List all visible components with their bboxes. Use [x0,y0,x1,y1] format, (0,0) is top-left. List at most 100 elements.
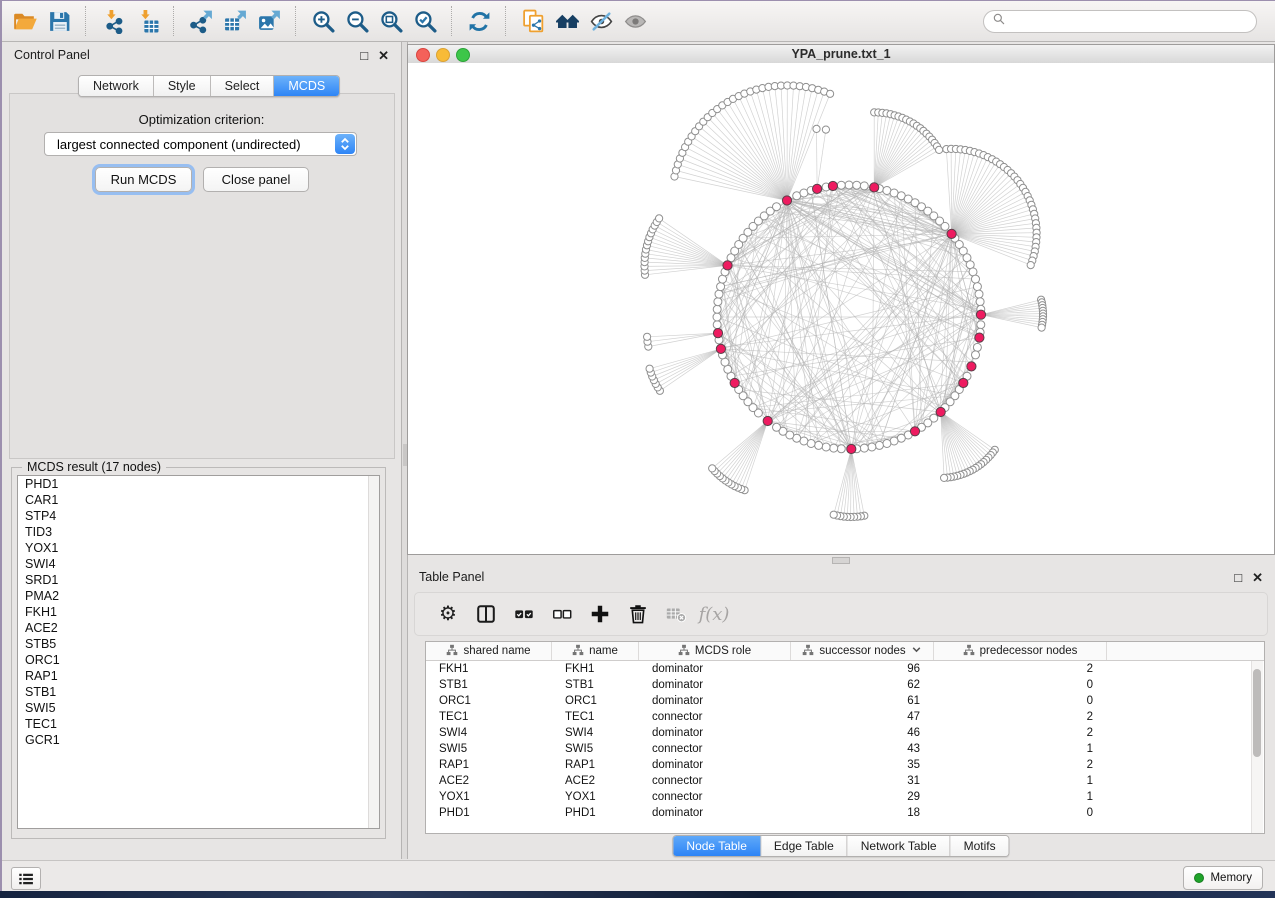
table-row[interactable]: ACE2ACE2connector311 [426,773,1264,789]
table-cell[interactable]: 35 [791,759,934,771]
zoom-in-icon[interactable] [306,5,340,37]
table-cell[interactable]: 0 [934,695,1107,707]
refresh-icon[interactable] [462,5,496,37]
table-cell[interactable]: 2 [934,727,1107,739]
table-cell[interactable]: 31 [791,775,934,787]
tab-edge-table[interactable]: Edge Table [761,836,848,856]
open-folder-icon[interactable] [8,5,42,37]
mcds-node-item[interactable]: YOX1 [18,540,379,556]
table-cell[interactable]: ORC1 [552,695,639,707]
table-cell[interactable]: 0 [934,807,1107,819]
horizontal-splitter[interactable] [407,555,1275,564]
zoom-window-icon[interactable] [456,48,470,62]
table-cell[interactable]: SWI5 [426,743,552,755]
table-cell[interactable]: 18 [791,807,934,819]
search-box[interactable] [983,10,1257,33]
table-cell[interactable]: 2 [934,663,1107,675]
mcds-node-item[interactable]: SWI5 [18,700,379,716]
close-panel-button[interactable]: Close panel [203,167,309,192]
mcds-node-item[interactable]: PMA2 [18,588,379,604]
table-cell[interactable]: 1 [934,791,1107,803]
mcds-node-item[interactable]: FKH1 [18,604,379,620]
table-cell[interactable]: 2 [934,759,1107,771]
save-icon[interactable] [42,5,76,37]
network-view[interactable] [408,63,1274,554]
gear-icon[interactable]: ⚙ [429,597,467,631]
table-cell[interactable]: 0 [934,679,1107,691]
table-cell[interactable]: TEC1 [426,711,552,723]
table-cell[interactable]: dominator [639,679,791,691]
zoom-out-icon[interactable] [340,5,374,37]
table-cell[interactable]: connector [639,775,791,787]
splitter-handle[interactable] [832,557,850,564]
table-cell[interactable]: RAP1 [426,759,552,771]
export-image-icon[interactable] [252,5,286,37]
run-mcds-button[interactable]: Run MCDS [95,167,192,192]
close-window-icon[interactable] [416,48,430,62]
table-cell[interactable]: PHD1 [552,807,639,819]
table-row[interactable]: TEC1TEC1connector472 [426,709,1264,725]
scrollbar-thumb[interactable] [1253,669,1261,757]
table-cell[interactable]: 29 [791,791,934,803]
table-cell[interactable]: ORC1 [426,695,552,707]
add-row-icon[interactable] [581,597,619,631]
mcds-node-item[interactable]: GCR1 [18,732,379,748]
deselect-all-icon[interactable] [543,597,581,631]
table-cell[interactable]: 1 [934,775,1107,787]
table-cell[interactable]: 62 [791,679,934,691]
column-header-MCDS-role[interactable]: MCDS role [639,642,791,660]
mcds-node-item[interactable]: TEC1 [18,716,379,732]
table-cell[interactable]: dominator [639,759,791,771]
tab-style[interactable]: Style [154,76,211,96]
table-row[interactable]: YOX1YOX1connector291 [426,789,1264,805]
mcds-node-item[interactable]: STP4 [18,508,379,524]
import-network-icon[interactable] [96,5,130,37]
table-cell[interactable]: STB1 [552,679,639,691]
import-table-icon[interactable] [130,5,164,37]
tab-node-table[interactable]: Node Table [673,836,761,856]
table-cell[interactable]: ACE2 [552,775,639,787]
float-panel-icon[interactable]: □ [360,49,368,62]
table-row[interactable]: SWI5SWI5connector431 [426,741,1264,757]
mcds-node-item[interactable]: ORC1 [18,652,379,668]
table-cell[interactable]: SWI4 [552,727,639,739]
table-cell[interactable]: dominator [639,663,791,675]
hide-selected-icon[interactable] [584,5,618,37]
mcds-node-item[interactable]: STB5 [18,636,379,652]
mcds-node-item[interactable]: PHD1 [18,476,379,492]
mcds-node-item[interactable]: SWI4 [18,556,379,572]
close-panel-icon[interactable]: ✕ [1252,571,1263,584]
select-all-icon[interactable] [505,597,543,631]
column-header-name[interactable]: name [552,642,639,660]
column-header-successor-nodes[interactable]: successor nodes [791,642,934,660]
table-row[interactable]: ORC1ORC1dominator610 [426,693,1264,709]
mcds-list-scrollbar[interactable] [368,476,379,828]
tab-select[interactable]: Select [211,76,275,96]
column-header-shared-name[interactable]: shared name [426,642,552,660]
table-cell[interactable]: 1 [934,743,1107,755]
delete-row-icon[interactable] [619,597,657,631]
mcds-node-item[interactable]: TID3 [18,524,379,540]
mcds-node-item[interactable]: ACE2 [18,620,379,636]
first-neighbors-icon[interactable] [550,5,584,37]
table-row[interactable]: RAP1RAP1dominator352 [426,757,1264,773]
mcds-node-item[interactable]: CAR1 [18,492,379,508]
zoom-fit-icon[interactable] [374,5,408,37]
table-cell[interactable]: RAP1 [552,759,639,771]
network-titlebar[interactable]: YPA_prune.txt_1 [408,45,1274,64]
table-row[interactable]: PHD1PHD1dominator180 [426,805,1264,821]
table-scrollbar[interactable] [1251,661,1263,833]
export-network-icon[interactable] [184,5,218,37]
show-all-icon[interactable] [618,5,652,37]
close-panel-icon[interactable]: ✕ [378,49,389,62]
table-cell[interactable]: TEC1 [552,711,639,723]
table-cell[interactable]: dominator [639,807,791,819]
table-row[interactable]: STB1STB1dominator620 [426,677,1264,693]
table-cell[interactable]: YOX1 [552,791,639,803]
table-cell[interactable]: ACE2 [426,775,552,787]
tab-mcds[interactable]: MCDS [274,76,339,96]
zoom-selected-icon[interactable] [408,5,442,37]
mcds-node-item[interactable]: RAP1 [18,668,379,684]
console-button[interactable] [11,867,41,890]
table-cell[interactable]: SWI4 [426,727,552,739]
